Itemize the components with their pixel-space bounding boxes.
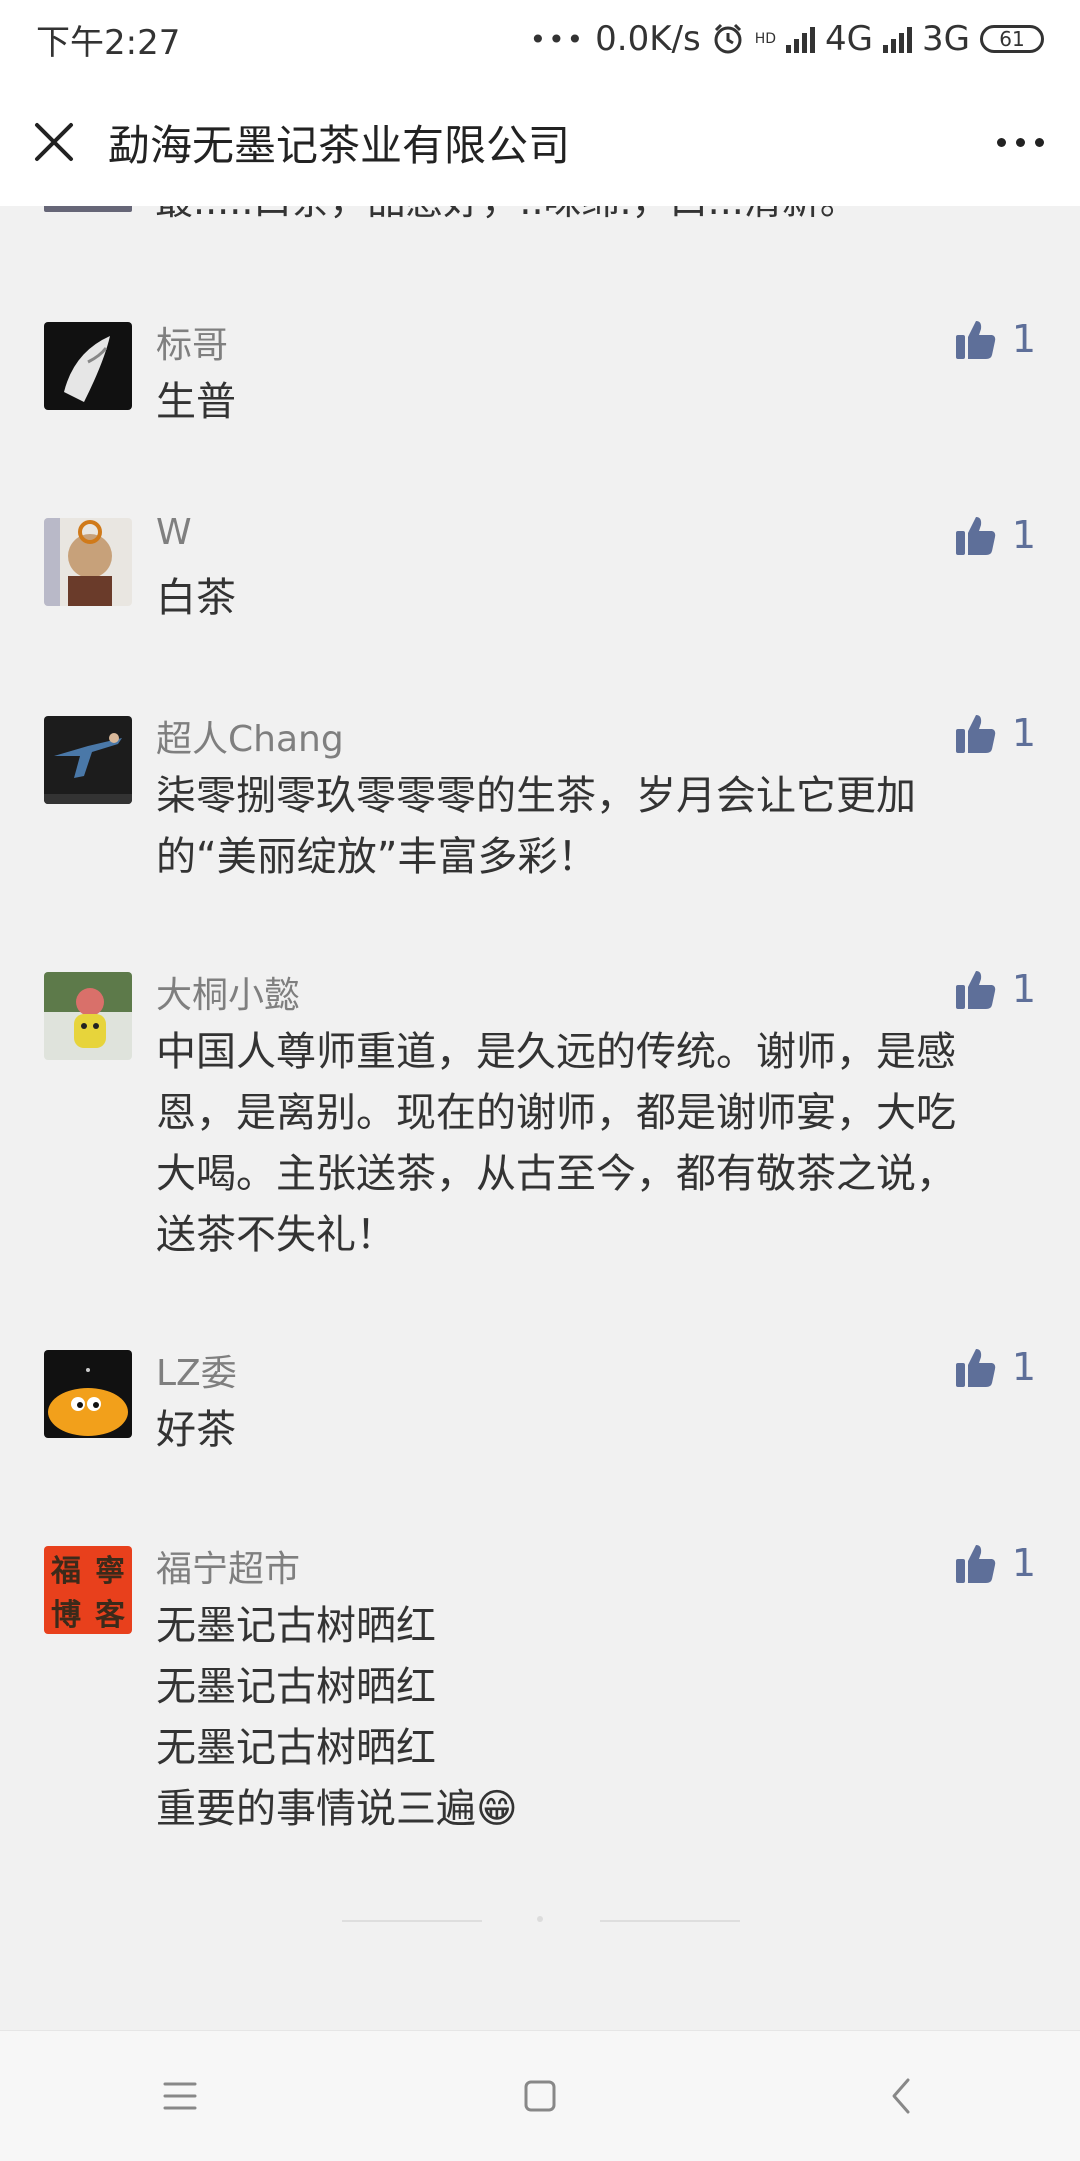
avatar-image-icon: [44, 518, 132, 606]
avatar[interactable]: [44, 1350, 132, 1438]
avatar-char: 博: [51, 1598, 81, 1633]
title-bar: 勐海无墨记茶业有限公司: [0, 78, 1080, 206]
thumbs-up-icon: [955, 321, 996, 359]
thumbs-up-icon: [955, 1349, 996, 1387]
comment-line: 的“美丽绽放”丰富多彩！: [156, 834, 598, 880]
comment-line: 柒零捌零玖零零零的生茶，岁月会让它更加: [156, 773, 916, 819]
back-button[interactable]: [840, 2046, 960, 2146]
like-count: 1: [1011, 967, 1036, 1011]
like-button[interactable]: 1: [954, 708, 1036, 758]
avatar-image-icon: [44, 1350, 132, 1438]
more-icon: [996, 137, 1006, 147]
status-bar: 下午2:27 ••• 0.0K/s HD 4G 3G 61: [0, 0, 1080, 78]
comment-line: 生普: [156, 379, 236, 425]
comments-list[interactable]: 最.....口茶，品感好，..味绵.，口...清新。 标哥 生普 1: [0, 206, 1080, 2030]
comment-line: 大喝。主张送茶，从古至今，都有敬茶之说，: [156, 1151, 956, 1197]
comment-body: 生普: [156, 372, 1036, 433]
end-divider-right: [600, 1920, 740, 1922]
comment-line: 无墨记古树晒红: [156, 1603, 436, 1649]
menu-button[interactable]: [120, 2046, 240, 2146]
net-3g-label: 3G: [922, 19, 970, 59]
comment-nickname[interactable]: LZ委: [156, 1344, 237, 1396]
comment-line: 无墨记古树晒红: [156, 1664, 436, 1710]
status-time: 下午2:27: [36, 22, 181, 63]
home-square-icon: [524, 2080, 556, 2112]
thumbs-up-icon: [955, 971, 996, 1009]
avatar[interactable]: [44, 518, 132, 606]
comment-body: 无墨记古树晒红 无墨记古树晒红 无墨记古树晒红 重要的事情说三遍😁: [156, 1596, 1036, 1840]
like-button[interactable]: 1: [954, 314, 1036, 364]
like-count: 1: [1011, 1345, 1036, 1389]
end-divider-left: [342, 1920, 482, 1922]
net-4g-label: 4G: [825, 19, 874, 59]
comment-line: 重要的事情说三遍😁: [156, 1786, 518, 1832]
comment-line: 恩，是离别。现在的谢师，都是谢师宴，大吃: [156, 1090, 956, 1136]
comment-line: 无墨记古树晒红: [156, 1725, 436, 1771]
page-title: 勐海无墨记茶业有限公司: [108, 120, 571, 170]
avatar[interactable]: [44, 716, 132, 804]
comment-nickname[interactable]: 标哥: [156, 316, 228, 368]
comment-nickname[interactable]: W: [156, 512, 192, 553]
comment-body: 中国人尊师重道，是久远的传统。谢师，是感 恩，是离别。现在的谢师，都是谢师宴，大…: [156, 1022, 1036, 1266]
comment-body: 白茶: [156, 568, 1036, 629]
signal-bars-icon: [786, 25, 816, 53]
avatar-image-icon: [44, 322, 132, 410]
like-button[interactable]: 1: [954, 964, 1036, 1014]
partial-comment-text: 最.....口茶，品感好，..味绵.，口...清新。: [155, 206, 858, 225]
more-dot: [1034, 137, 1044, 147]
avatar-char: 寧: [95, 1554, 125, 1589]
more-dot: [1015, 137, 1025, 147]
avatar[interactable]: [44, 972, 132, 1060]
end-dot: [537, 1916, 543, 1922]
comment-line: 白茶: [156, 575, 236, 621]
avatar-image-icon: [44, 972, 132, 1060]
close-button[interactable]: [0, 78, 108, 206]
like-count: 1: [1011, 513, 1036, 557]
comment-nickname[interactable]: 大桐小懿: [156, 966, 300, 1018]
avatar-char: 客: [95, 1598, 125, 1633]
like-button[interactable]: 1: [954, 1538, 1036, 1588]
avatar-char: 福: [51, 1554, 81, 1589]
avatar-image-icon: [44, 716, 132, 804]
comment-nickname[interactable]: 超人Chang: [156, 710, 344, 762]
avatar[interactable]: 福 寧 博 客: [44, 1546, 132, 1634]
partial-avatar: [44, 206, 132, 212]
comment-line: 中国人尊师重道，是久远的传统。谢师，是感: [156, 1029, 956, 1075]
like-count: 1: [1011, 1541, 1036, 1585]
dots-icon: •••: [529, 22, 586, 56]
comment-body: 柒零捌零玖零零零的生茶，岁月会让它更加 的“美丽绽放”丰富多彩！: [156, 766, 1036, 888]
avatar[interactable]: [44, 322, 132, 410]
hd-badge: HD: [754, 31, 777, 47]
thumbs-up-icon: [955, 715, 996, 753]
like-button[interactable]: 1: [954, 510, 1036, 560]
more-button[interactable]: [960, 78, 1080, 206]
alarm-icon: [714, 23, 742, 54]
menu-icon: [163, 2082, 197, 2110]
close-icon: [35, 123, 73, 161]
like-count: 1: [1011, 317, 1036, 361]
battery-icon: 61: [980, 25, 1044, 53]
signal-bars-icon-2: [883, 25, 913, 53]
comment-nickname[interactable]: 福宁超市: [156, 1540, 300, 1592]
back-chevron-icon: [892, 2078, 910, 2114]
system-nav-bar: [0, 2030, 1080, 2161]
like-button[interactable]: 1: [954, 1342, 1036, 1392]
network-speed: 0.0K/s: [595, 19, 701, 59]
comment-line: 好茶: [156, 1407, 236, 1453]
thumbs-up-icon: [955, 517, 996, 555]
thumbs-up-icon: [955, 1545, 996, 1583]
comment-line: 送茶不失礼！: [156, 1212, 396, 1258]
home-button[interactable]: [480, 2046, 600, 2146]
like-count: 1: [1011, 711, 1036, 755]
status-icons: ••• 0.0K/s HD 4G 3G 61: [530, 19, 1044, 59]
comment-body: 好茶: [156, 1400, 1036, 1461]
battery-level: 61: [999, 27, 1025, 51]
